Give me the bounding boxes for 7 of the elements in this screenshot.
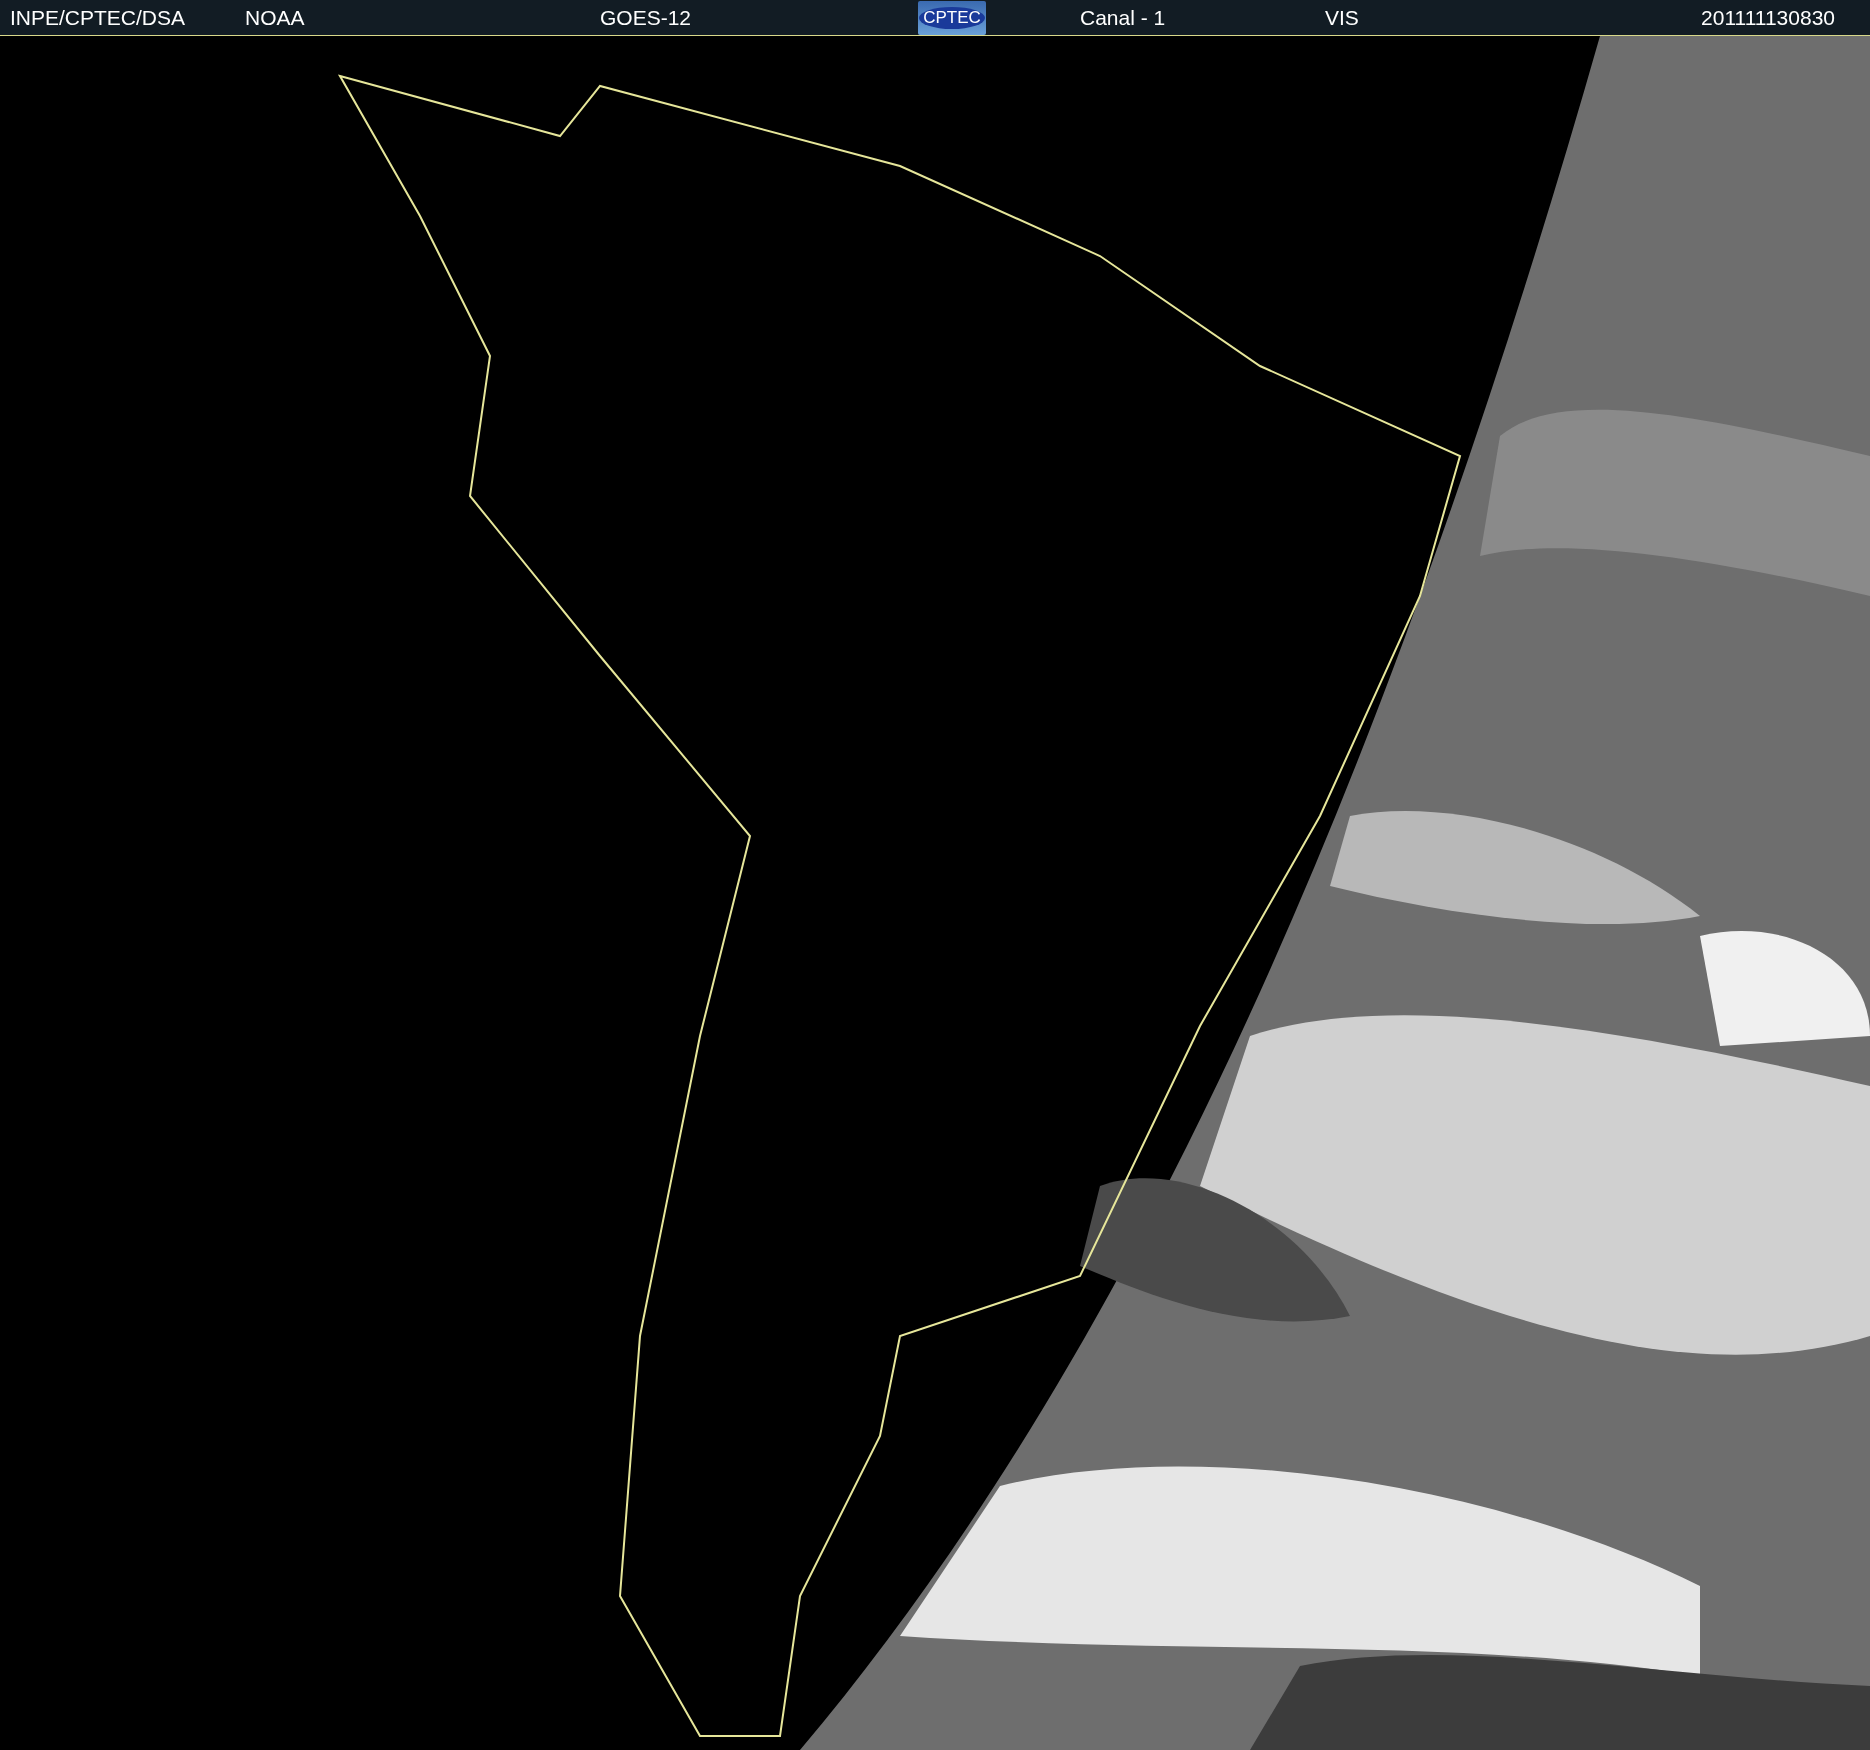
logo: CPTEC [918, 0, 986, 35]
source-label: INPE/CPTEC/DSA [10, 5, 186, 30]
band-label: VIS [1325, 5, 1359, 30]
channel-label: Canal - 1 [1080, 5, 1166, 30]
agency-label: NOAA [245, 5, 305, 30]
timestamp-label: 201111130830 [1701, 5, 1835, 30]
satellite-label: GOES-12 [600, 5, 692, 30]
